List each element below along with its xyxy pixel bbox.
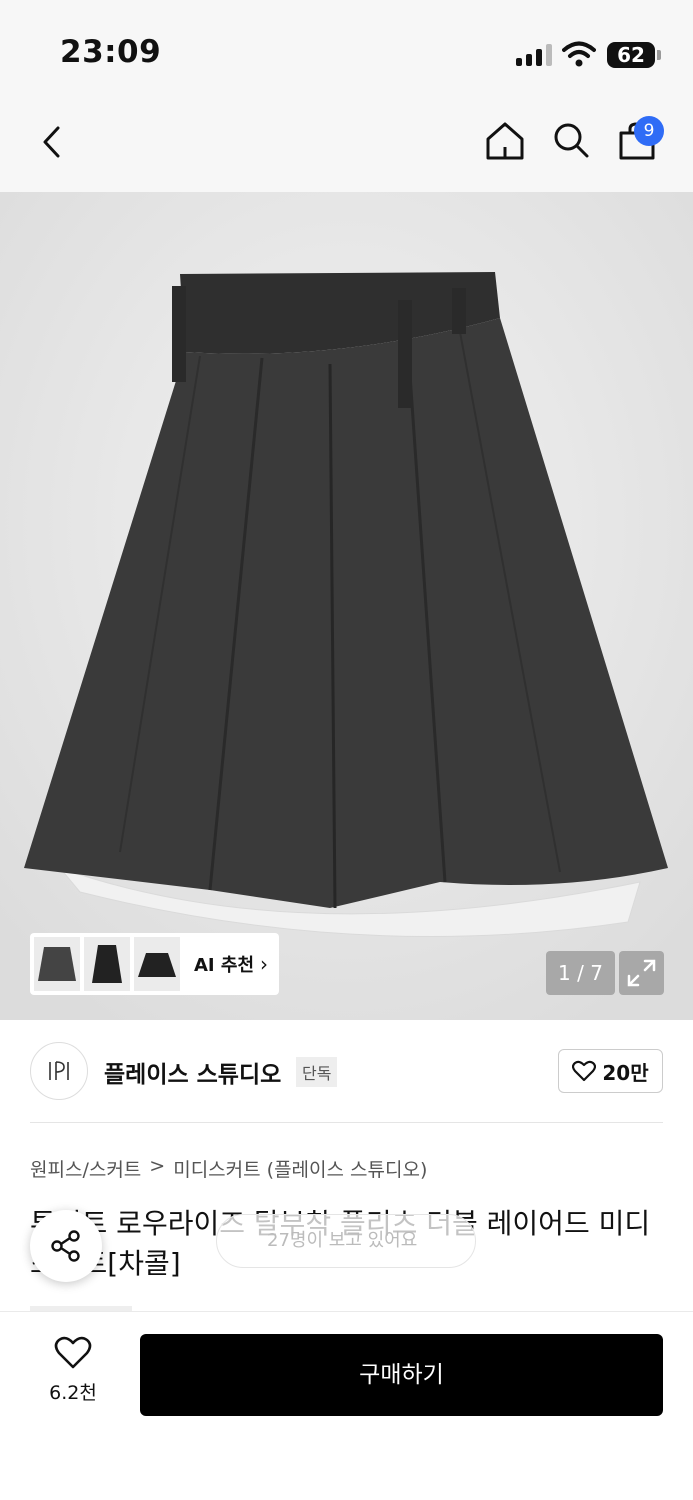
viewers-text: 27명이 보고 있어요: [267, 1230, 418, 1251]
brand-name[interactable]: 플레이스 스튜디오: [104, 1055, 281, 1089]
expand-icon: [627, 959, 656, 987]
viewers-pill: 27명이 보고 있어요: [216, 1214, 476, 1268]
signal-icon: [516, 44, 552, 66]
wishlist-button[interactable]: 6.2천: [30, 1336, 116, 1405]
status-bar: 23:09 62: [0, 0, 693, 100]
battery-indicator: 62: [607, 42, 655, 68]
brand-row[interactable]: 플레이스 스튜디오 단독 20만: [30, 1042, 663, 1100]
back-icon: [43, 126, 60, 158]
image-counter: 1 / 7: [546, 951, 615, 995]
wifi-icon: [562, 41, 596, 67]
brand-logo[interactable]: [30, 1042, 88, 1100]
ai-recommend-label: AI 추천: [194, 955, 255, 976]
breadcrumb: 원피스/스커트 > 미디스커트 (플레이스 스튜디오): [30, 1155, 427, 1182]
search-button[interactable]: [549, 118, 593, 162]
product-image: [0, 192, 693, 1020]
back-button[interactable]: [30, 120, 74, 164]
share-button[interactable]: [30, 1210, 102, 1282]
share-icon: [51, 1230, 80, 1262]
heart-icon: [572, 1060, 597, 1082]
heart-icon: [54, 1336, 92, 1369]
search-icon: [554, 123, 589, 158]
battery-tip: [657, 50, 661, 60]
bottom-action-bar: 6.2천 구매하기: [0, 1311, 693, 1500]
breadcrumb-item[interactable]: 미디스커트 (플레이스 스튜디오): [173, 1155, 427, 1182]
status-time: 23:09: [60, 34, 162, 70]
brand-like-count: 20만: [602, 1060, 649, 1085]
ai-recommendation-strip[interactable]: AI 추천 ›: [30, 933, 279, 995]
nav-bar: 9: [0, 100, 693, 192]
recommendation-thumb[interactable]: [84, 937, 130, 991]
cart-count-badge: 9: [634, 116, 664, 146]
chevron-right-icon: ›: [260, 952, 269, 976]
product-image-gallery[interactable]: AI 추천 › 1 / 7: [0, 192, 693, 1020]
exclusive-badge: 단독: [296, 1057, 338, 1087]
wishlist-count: 6.2천: [49, 1382, 97, 1404]
divider: [30, 1122, 663, 1123]
home-button[interactable]: [482, 118, 528, 164]
brand-logo-mark: [49, 1061, 69, 1080]
home-icon: [486, 122, 524, 160]
recommendation-thumb[interactable]: [34, 937, 80, 991]
breadcrumb-item[interactable]: 원피스/스커트: [30, 1155, 141, 1182]
expand-button[interactable]: [619, 951, 664, 995]
breadcrumb-separator: >: [149, 1155, 166, 1177]
buy-button[interactable]: 구매하기: [140, 1334, 663, 1416]
recommendation-thumb[interactable]: [134, 937, 180, 991]
brand-like-button[interactable]: 20만: [558, 1049, 663, 1093]
